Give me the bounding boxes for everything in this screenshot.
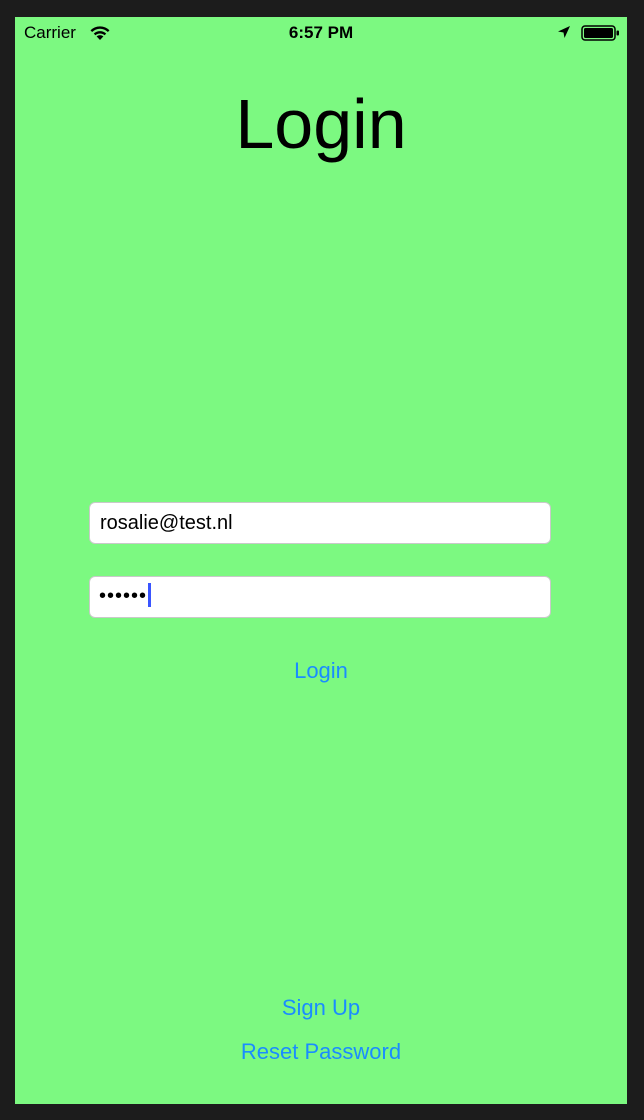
login-button[interactable]: Login — [15, 657, 627, 685]
location-icon — [558, 26, 570, 38]
signup-button[interactable]: Sign Up — [15, 994, 627, 1022]
status-bar: Carrier 6:57 PM — [15, 17, 627, 49]
login-screen: Carrier 6:57 PM Login •••••• Login Sign … — [15, 17, 627, 1104]
device-frame: Carrier 6:57 PM Login •••••• Login Sign … — [0, 0, 644, 1120]
password-field[interactable] — [89, 576, 551, 618]
email-field[interactable] — [89, 502, 551, 544]
battery-icon — [581, 25, 619, 41]
reset-password-button[interactable]: Reset Password — [15, 1038, 627, 1066]
status-time: 6:57 PM — [288, 23, 354, 42]
page-title: Login — [235, 85, 407, 163]
